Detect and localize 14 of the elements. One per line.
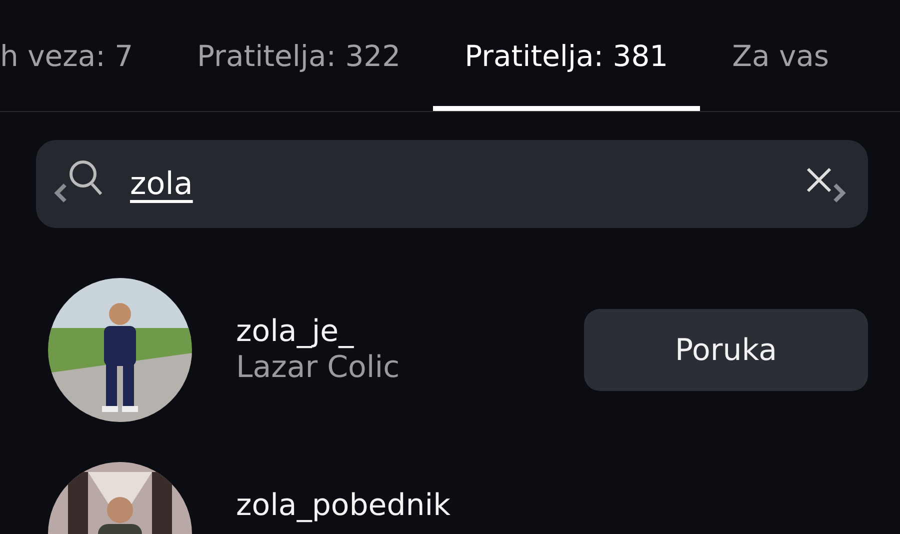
tab[interactable]: Za vas [700,0,862,111]
search-field[interactable]: zola [36,140,868,228]
chevron-right-icon[interactable] [832,182,846,204]
tab[interactable]: Pratitelja: 381 [432,0,700,111]
chevron-left-icon[interactable] [54,182,68,204]
tab[interactable]: h veza: 7 [0,0,166,111]
tab[interactable]: Pratitelja: 322 [165,0,433,111]
search-input[interactable]: zola [128,160,806,208]
username[interactable]: zola_je_ [236,314,400,350]
close-icon[interactable] [806,167,832,193]
username[interactable]: zola_pobednik [236,488,450,524]
message-button[interactable]: Poruka [584,309,868,391]
search-icon [68,159,104,197]
full-name: Lazar Colic [236,350,400,386]
